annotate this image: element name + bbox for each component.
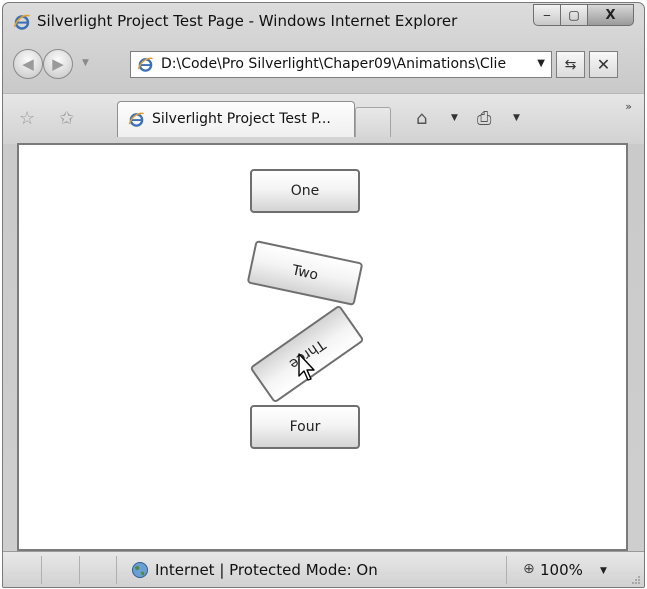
security-zone-text[interactable]: Internet | Protected Mode: On xyxy=(155,561,378,579)
button-four[interactable]: Four xyxy=(250,405,360,449)
zoom-dropdown-button[interactable]: ▼ xyxy=(600,566,607,576)
internet-explorer-icon xyxy=(13,14,30,30)
navigation-bar: ◀ ▶ ▼ D:\Code\Pro Silverlight\Chaper09\A… xyxy=(3,41,644,93)
internet-explorer-icon xyxy=(137,57,154,72)
internet-explorer-icon xyxy=(128,112,145,127)
address-bar[interactable]: D:\Code\Pro Silverlight\Chaper09\Animati… xyxy=(130,51,552,78)
globe-icon xyxy=(132,562,148,578)
status-divider xyxy=(79,556,80,584)
status-divider xyxy=(506,556,507,584)
status-divider xyxy=(41,556,42,584)
window-controls: ‒ ▢ X xyxy=(533,4,634,26)
favorites-star-icon[interactable]: ☆ xyxy=(19,108,35,129)
button-four-label: Four xyxy=(289,419,321,435)
window-title: Silverlight Project Test Page - Windows … xyxy=(37,12,458,30)
home-dropdown-button[interactable]: ▼ xyxy=(451,113,458,123)
address-dropdown-button[interactable]: ▼ xyxy=(537,58,545,69)
title-bar[interactable]: Silverlight Project Test Page - Windows … xyxy=(3,3,644,39)
resize-grip-icon[interactable] xyxy=(631,575,641,585)
tab-bar: ☆ ✩ Silverlight Project Test P... ⌂ ▼ ⎙ … xyxy=(3,93,644,144)
home-icon[interactable]: ⌂ xyxy=(416,108,427,129)
address-input[interactable]: D:\Code\Pro Silverlight\Chaper09\Animati… xyxy=(161,56,521,72)
tab-label: Silverlight Project Test P... xyxy=(152,111,331,127)
minimize-button[interactable]: ‒ xyxy=(533,4,561,26)
recent-pages-dropdown[interactable]: ▼ xyxy=(82,58,89,68)
back-button[interactable]: ◀ xyxy=(13,49,43,79)
forward-button[interactable]: ▶ xyxy=(43,49,73,79)
button-one-label: One xyxy=(290,183,320,199)
tab-active[interactable]: Silverlight Project Test P... xyxy=(117,101,355,137)
mouse-pointer-icon xyxy=(298,353,315,381)
zoom-level[interactable]: 100% xyxy=(540,561,583,579)
zoom-icon[interactable]: ⊕ xyxy=(523,561,535,577)
print-icon[interactable]: ⎙ xyxy=(477,108,491,129)
button-two-label: Two xyxy=(290,262,320,284)
status-bar: Internet | Protected Mode: On ⊕ 100% ▼ xyxy=(3,551,644,587)
page-content: One Two Three Four xyxy=(17,143,628,551)
button-one[interactable]: One xyxy=(250,169,360,213)
status-divider xyxy=(116,556,117,584)
more-tools-chevron-icon[interactable]: » xyxy=(625,100,632,113)
print-dropdown-button[interactable]: ▼ xyxy=(513,113,520,123)
new-tab-button[interactable] xyxy=(355,107,391,137)
close-button[interactable]: X xyxy=(588,4,634,26)
add-favorites-icon[interactable]: ✩ xyxy=(59,108,74,129)
refresh-button[interactable]: ⇆ xyxy=(556,51,585,78)
stop-button[interactable]: ✕ xyxy=(589,51,618,78)
button-two[interactable]: Two xyxy=(246,240,364,306)
maximize-button[interactable]: ▢ xyxy=(561,4,588,26)
browser-window: Silverlight Project Test Page - Windows … xyxy=(2,2,645,588)
